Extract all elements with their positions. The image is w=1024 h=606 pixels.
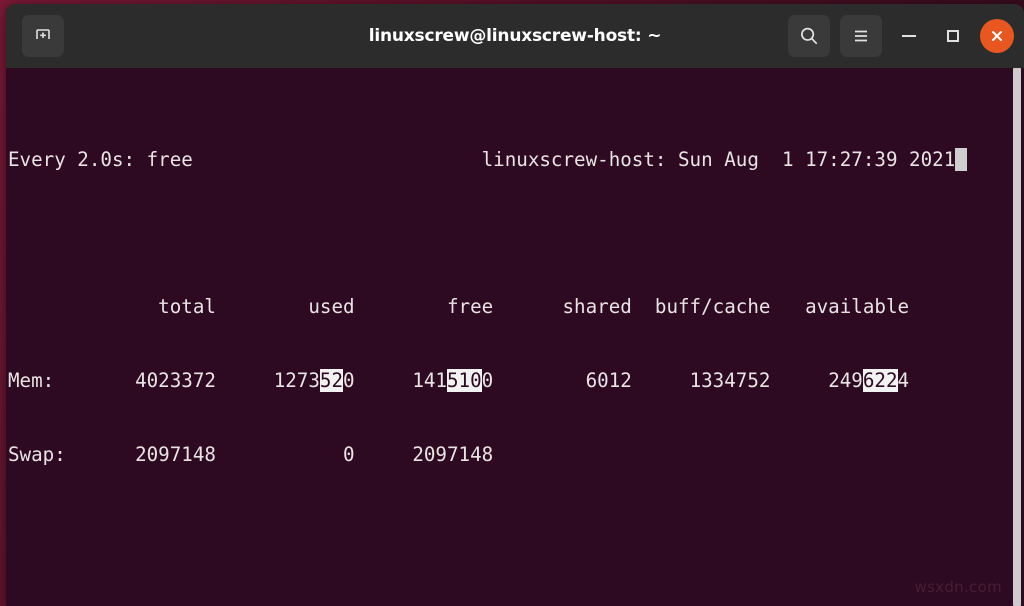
free-table-row-swap: Swap: 2097148 0 2097148 xyxy=(8,442,910,466)
new-terminal-tab-icon xyxy=(36,29,50,39)
watermark-text: wsxdn.com xyxy=(914,578,1002,597)
terminal-window: linuxscrew@linuxscrew-host: ~ Every 2.0s… xyxy=(6,4,1024,606)
watch-header-line: Every 2.0s: free linuxscrew-host: Sun Au… xyxy=(8,147,1024,173)
titlebar-controls xyxy=(788,15,1014,57)
terminal-cursor xyxy=(955,147,967,171)
search-icon xyxy=(801,27,818,45)
minimize-button[interactable] xyxy=(892,19,926,53)
minimize-icon xyxy=(902,35,916,37)
terminal-scrollbar[interactable] xyxy=(1013,68,1021,606)
free-table-row-mem: Mem: 4023372 1273520 1415100 6012 133475… xyxy=(8,369,910,393)
window-titlebar: linuxscrew@linuxscrew-host: ~ xyxy=(6,4,1024,68)
hamburger-menu-icon xyxy=(855,30,867,42)
close-button[interactable] xyxy=(980,19,1014,53)
close-icon xyxy=(992,31,1002,41)
free-table-header-row: total used free shared buff/cache availa… xyxy=(8,295,910,319)
search-button[interactable] xyxy=(788,15,830,57)
highlighted-digits: 52 xyxy=(319,369,344,393)
terminal-output-area[interactable]: Every 2.0s: free linuxscrew-host: Sun Au… xyxy=(6,68,1024,606)
new-tab-button[interactable] xyxy=(22,15,64,57)
highlighted-digits: 622 xyxy=(862,369,898,393)
hamburger-menu-button[interactable] xyxy=(840,15,882,57)
maximize-button[interactable] xyxy=(936,19,970,53)
desktop-background: linuxscrew@linuxscrew-host: ~ Every 2.0s… xyxy=(0,0,1024,606)
maximize-icon xyxy=(947,30,959,42)
highlighted-digits: 510 xyxy=(446,369,482,393)
